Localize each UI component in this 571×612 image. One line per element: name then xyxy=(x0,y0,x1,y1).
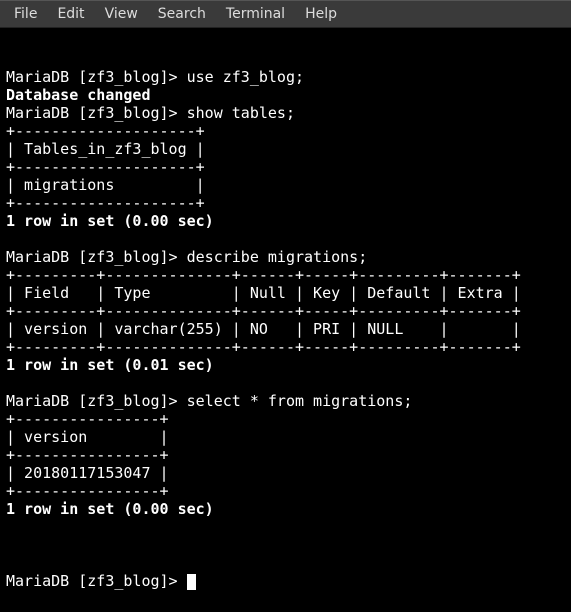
cursor-block xyxy=(187,574,196,590)
terminal-line: +----------------+ xyxy=(6,482,565,500)
terminal-line: 1 row in set (0.00 sec) xyxy=(6,212,565,230)
menu-search[interactable]: Search xyxy=(148,6,216,22)
menubar: File Edit View Search Terminal Help xyxy=(0,0,571,28)
terminal-line: | migrations | xyxy=(6,176,565,194)
terminal-line: +---------+--------------+------+-----+-… xyxy=(6,302,565,320)
terminal-line: +----------------+ xyxy=(6,446,565,464)
menu-view[interactable]: View xyxy=(95,6,148,22)
terminal-line: 1 row in set (0.01 sec) xyxy=(6,356,565,374)
terminal-line: | Field | Type | Null | Key | Default | … xyxy=(6,284,565,302)
prompt-text: MariaDB [zf3_blog]> xyxy=(6,572,187,590)
terminal-line: | Tables_in_zf3_blog | xyxy=(6,140,565,158)
menu-terminal[interactable]: Terminal xyxy=(216,6,295,22)
terminal-line xyxy=(6,230,565,248)
terminal-line: 1 row in set (0.00 sec) xyxy=(6,500,565,518)
terminal-line: | version | varchar(255) | NO | PRI | NU… xyxy=(6,320,565,338)
terminal-line: | 20180117153047 | xyxy=(6,464,565,482)
terminal-line: MariaDB [zf3_blog]> show tables; xyxy=(6,104,565,122)
menu-file[interactable]: File xyxy=(4,6,47,22)
terminal-line: +--------------------+ xyxy=(6,158,565,176)
menu-edit[interactable]: Edit xyxy=(47,6,94,22)
terminal-line: +--------------------+ xyxy=(6,122,565,140)
terminal-line xyxy=(6,518,565,536)
terminal-line: MariaDB [zf3_blog]> describe migrations; xyxy=(6,248,565,266)
terminal-line: +----------------+ xyxy=(6,410,565,428)
menu-help[interactable]: Help xyxy=(295,6,347,22)
terminal-line: MariaDB [zf3_blog]> select * from migrat… xyxy=(6,392,565,410)
terminal-area[interactable]: MariaDB [zf3_blog]> use zf3_blog;Databas… xyxy=(0,28,571,612)
terminal-line xyxy=(6,374,565,392)
terminal-line: +---------+--------------+------+-----+-… xyxy=(6,338,565,356)
terminal-line: +--------------------+ xyxy=(6,194,565,212)
terminal-line: | version | xyxy=(6,428,565,446)
terminal-line: MariaDB [zf3_blog]> use zf3_blog; xyxy=(6,68,565,86)
prompt-line: MariaDB [zf3_blog]> xyxy=(6,572,565,590)
terminal-line: +---------+--------------+------+-----+-… xyxy=(6,266,565,284)
terminal-line: Database changed xyxy=(6,86,565,104)
